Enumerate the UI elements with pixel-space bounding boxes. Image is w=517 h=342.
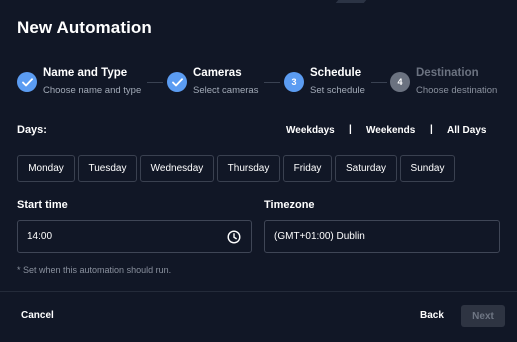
step-number: 4 (390, 72, 410, 92)
day-wednesday-button[interactable]: Wednesday (140, 155, 214, 182)
check-icon (167, 72, 187, 92)
days-label: Days: (17, 124, 47, 136)
start-time-value: 14:00 (27, 231, 53, 242)
start-time-input[interactable]: 14:00 (17, 220, 252, 253)
day-saturday-button[interactable]: Saturday (335, 155, 397, 182)
decorative-mark (335, 0, 367, 3)
new-automation-dialog: New Automation Name and Type Choose name… (0, 0, 517, 342)
step-number: 3 (284, 72, 304, 92)
schedule-hint: * Set when this automation should run. (17, 265, 172, 275)
check-icon (17, 72, 37, 92)
weekends-link[interactable]: Weekends (366, 125, 415, 136)
weekdays-link[interactable]: Weekdays (286, 125, 335, 136)
step-subtitle: Select cameras (193, 85, 259, 96)
footer-divider (0, 291, 517, 292)
step-subtitle: Choose destination (416, 85, 498, 96)
step-connector (371, 82, 387, 83)
day-tuesday-button[interactable]: Tuesday (78, 155, 137, 182)
separator: | (349, 124, 352, 135)
day-monday-button[interactable]: Monday (17, 155, 75, 182)
day-thursday-button[interactable]: Thursday (217, 155, 280, 182)
next-button[interactable]: Next (461, 305, 505, 327)
timezone-label: Timezone (264, 199, 315, 211)
separator: | (430, 124, 433, 135)
step-connector (147, 82, 163, 83)
timezone-value: (GMT+01:00) Dublin (274, 231, 365, 242)
timezone-select[interactable]: (GMT+01:00) Dublin (264, 220, 500, 253)
start-time-label: Start time (17, 199, 68, 211)
step-subtitle: Choose name and type (43, 85, 142, 96)
all-days-link[interactable]: All Days (447, 125, 486, 136)
day-friday-button[interactable]: Friday (283, 155, 332, 182)
step-connector (264, 82, 280, 83)
step-subtitle: Set schedule (310, 85, 365, 96)
step-title: Name and Type (43, 67, 128, 79)
step-title: Cameras (193, 67, 242, 79)
back-button[interactable]: Back (420, 310, 444, 321)
cancel-button[interactable]: Cancel (21, 310, 54, 321)
clock-icon[interactable] (227, 230, 241, 244)
step-title: Schedule (310, 67, 362, 79)
dialog-title: New Automation (17, 18, 152, 37)
stepper: Name and Type Choose name and type Camer… (17, 66, 512, 100)
day-sunday-button[interactable]: Sunday (400, 155, 455, 182)
step-title: Destination (416, 67, 479, 79)
